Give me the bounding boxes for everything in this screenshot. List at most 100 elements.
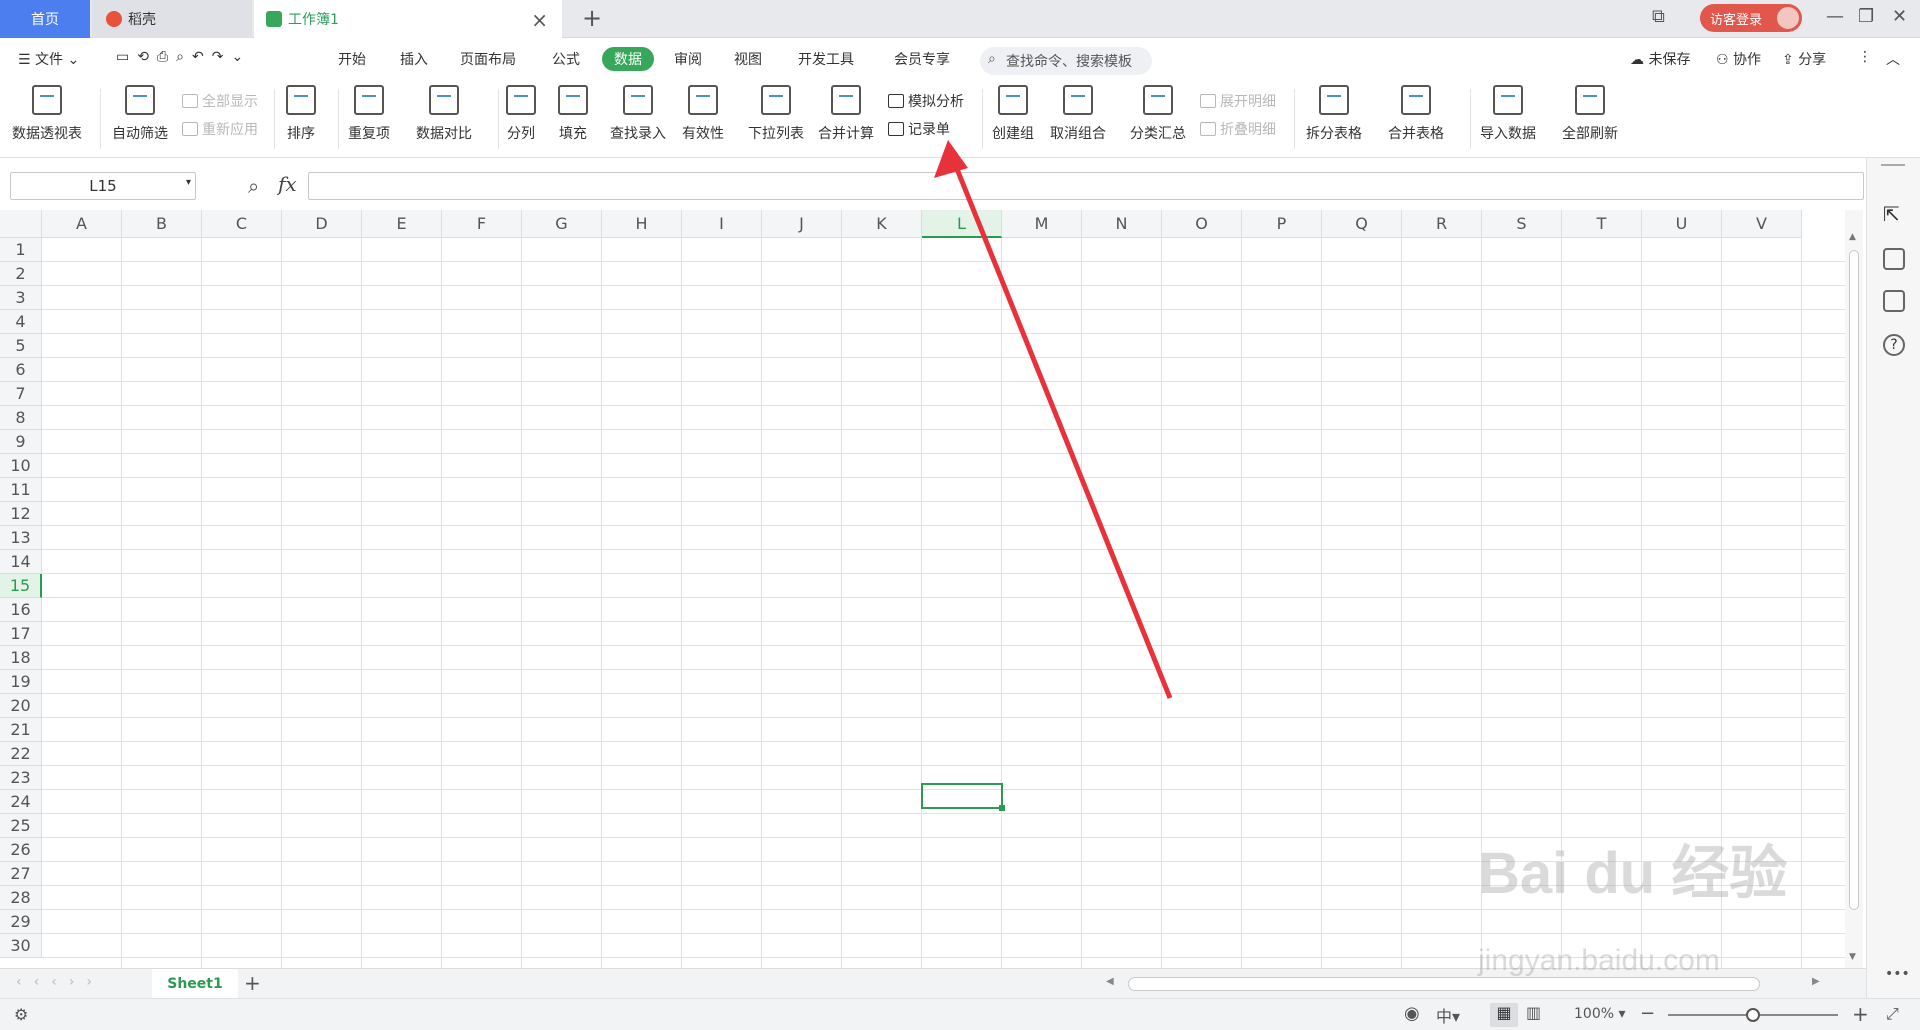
eye-protection-icon[interactable]: ◉ <box>1404 1003 1420 1024</box>
page-view-icon[interactable]: ▥ <box>1526 1003 1541 1022</box>
menu-review[interactable]: 审阅 <box>674 49 702 69</box>
formula-input[interactable] <box>308 172 1864 200</box>
refresh-all-button[interactable]: 全部刷新 <box>1562 85 1618 143</box>
help-icon[interactable]: ? <box>1883 334 1905 356</box>
menu-data[interactable]: 数据 <box>602 47 654 71</box>
close-window-icon[interactable]: ✕ <box>1892 6 1907 27</box>
zoom-formula-icon[interactable]: ⌕ <box>248 174 259 198</box>
row-header-23[interactable]: 23 <box>0 766 42 790</box>
more-options-icon[interactable]: ••• <box>1885 966 1910 982</box>
row-header-25[interactable]: 25 <box>0 814 42 838</box>
add-sheet-button[interactable]: + <box>244 971 261 995</box>
normal-view-icon[interactable]: ▦ <box>1490 1003 1518 1027</box>
row-header-28[interactable]: 28 <box>0 886 42 910</box>
window-layout-icon[interactable]: ⧉ <box>1652 6 1665 27</box>
column-header-j[interactable]: J <box>762 210 842 238</box>
properties-icon[interactable] <box>1883 248 1905 270</box>
collapse-detail-button[interactable]: 折叠明细 <box>1200 119 1276 139</box>
column-header-m[interactable]: M <box>1002 210 1082 238</box>
close-tab-icon[interactable]: × <box>531 8 548 32</box>
column-header-l[interactable]: L <box>922 210 1002 238</box>
format-icon[interactable] <box>1883 290 1905 312</box>
menu-page-layout[interactable]: 页面布局 <box>460 49 516 69</box>
tab-workbook[interactable]: 工作簿1 × <box>254 0 562 38</box>
merge-table-button[interactable]: 合并表格 <box>1388 85 1444 143</box>
row-header-13[interactable]: 13 <box>0 526 42 550</box>
row-header-21[interactable]: 21 <box>0 718 42 742</box>
row-header-12[interactable]: 12 <box>0 502 42 526</box>
zoom-out-button[interactable]: − <box>1640 1003 1655 1024</box>
what-if-button[interactable]: 模拟分析 <box>888 91 964 111</box>
share-button[interactable]: ⇪ 分享 <box>1782 49 1826 69</box>
column-header-u[interactable]: U <box>1642 210 1722 238</box>
show-all-button[interactable]: 全部显示 <box>182 91 258 111</box>
column-header-b[interactable]: B <box>122 210 202 238</box>
sort-button[interactable]: 排序 <box>286 85 316 143</box>
zoom-level[interactable]: 100% ▾ <box>1574 1006 1626 1022</box>
collab-button[interactable]: ⚇ 协作 <box>1716 49 1761 69</box>
column-header-h[interactable]: H <box>602 210 682 238</box>
record-form-button[interactable]: 记录单 <box>888 119 950 139</box>
consolidate-button[interactable]: 合并计算 <box>818 85 874 143</box>
more-icon[interactable]: ⋮ <box>1858 49 1872 65</box>
collapse-ribbon-icon[interactable]: ︿ <box>1886 49 1900 69</box>
column-header-r[interactable]: R <box>1402 210 1482 238</box>
column-header-n[interactable]: N <box>1082 210 1162 238</box>
row-header-8[interactable]: 8 <box>0 406 42 430</box>
row-header-27[interactable]: 27 <box>0 862 42 886</box>
column-header-p[interactable]: P <box>1242 210 1322 238</box>
row-header-22[interactable]: 22 <box>0 742 42 766</box>
zoom-slider-knob[interactable] <box>1746 1008 1760 1022</box>
column-header-i[interactable]: I <box>682 210 762 238</box>
column-header-v[interactable]: V <box>1722 210 1802 238</box>
pivot-table-button[interactable]: 数据透视表 <box>12 85 82 143</box>
column-header-c[interactable]: C <box>202 210 282 238</box>
command-search-input[interactable]: ⌕ 查找命令、搜索模板 <box>980 47 1152 75</box>
row-header-30[interactable]: 30 <box>0 934 42 958</box>
row-header-6[interactable]: 6 <box>0 358 42 382</box>
name-box[interactable]: L15 ▾ <box>10 172 196 200</box>
input-method-icon[interactable]: 中▾ <box>1436 1003 1460 1027</box>
horizontal-scroll-thumb[interactable] <box>1128 977 1760 991</box>
fill-handle[interactable] <box>999 805 1005 811</box>
vertical-scrollbar[interactable]: ▲ ▼ <box>1845 210 1863 968</box>
menu-member[interactable]: 会员专享 <box>894 49 950 69</box>
data-compare-button[interactable]: 数据对比 <box>416 85 472 143</box>
row-header-10[interactable]: 10 <box>0 454 42 478</box>
create-group-button[interactable]: 创建组 <box>992 85 1034 143</box>
expand-detail-button[interactable]: 展开明细 <box>1200 91 1276 111</box>
menu-view[interactable]: 视图 <box>734 49 762 69</box>
column-header-o[interactable]: O <box>1162 210 1242 238</box>
fullscreen-icon[interactable]: ⤢ <box>1886 1004 1899 1024</box>
row-header-2[interactable]: 2 <box>0 262 42 286</box>
dropdown-list-button[interactable]: 下拉列表 <box>748 85 804 143</box>
row-header-7[interactable]: 7 <box>0 382 42 406</box>
vertical-scroll-thumb[interactable] <box>1849 250 1859 910</box>
file-menu[interactable]: ☰ 文件 ⌄ <box>18 49 79 69</box>
row-header-14[interactable]: 14 <box>0 550 42 574</box>
row-header-5[interactable]: 5 <box>0 334 42 358</box>
column-header-q[interactable]: Q <box>1322 210 1402 238</box>
fill-button[interactable]: 填充 <box>558 85 588 143</box>
row-header-19[interactable]: 19 <box>0 670 42 694</box>
zoom-in-button[interactable]: + <box>1852 1002 1869 1026</box>
quick-access-icons[interactable]: ▭⟲⎙⌕↶↷⌄ <box>116 49 251 65</box>
scroll-left-icon[interactable]: ◀ <box>1106 976 1114 987</box>
column-header-s[interactable]: S <box>1482 210 1562 238</box>
duplicates-button[interactable]: 重复项 <box>348 85 390 143</box>
column-header-k[interactable]: K <box>842 210 922 238</box>
row-header-15[interactable]: 15 <box>0 574 42 598</box>
row-header-9[interactable]: 9 <box>0 430 42 454</box>
sheet-nav-arrows[interactable]: ‹‹‹›› <box>16 974 104 990</box>
row-header-11[interactable]: 11 <box>0 478 42 502</box>
macro-icon[interactable]: ⚙ <box>14 1005 28 1024</box>
subtotal-button[interactable]: 分类汇总 <box>1130 85 1186 143</box>
row-header-4[interactable]: 4 <box>0 310 42 334</box>
row-header-29[interactable]: 29 <box>0 910 42 934</box>
fx-icon[interactable]: fx <box>278 172 297 196</box>
selected-cell[interactable] <box>921 783 1005 811</box>
ungroup-button[interactable]: 取消组合 <box>1050 85 1106 143</box>
unsaved-status[interactable]: ☁ 未保存 <box>1630 49 1690 69</box>
row-header-18[interactable]: 18 <box>0 646 42 670</box>
menu-insert[interactable]: 插入 <box>400 49 428 69</box>
